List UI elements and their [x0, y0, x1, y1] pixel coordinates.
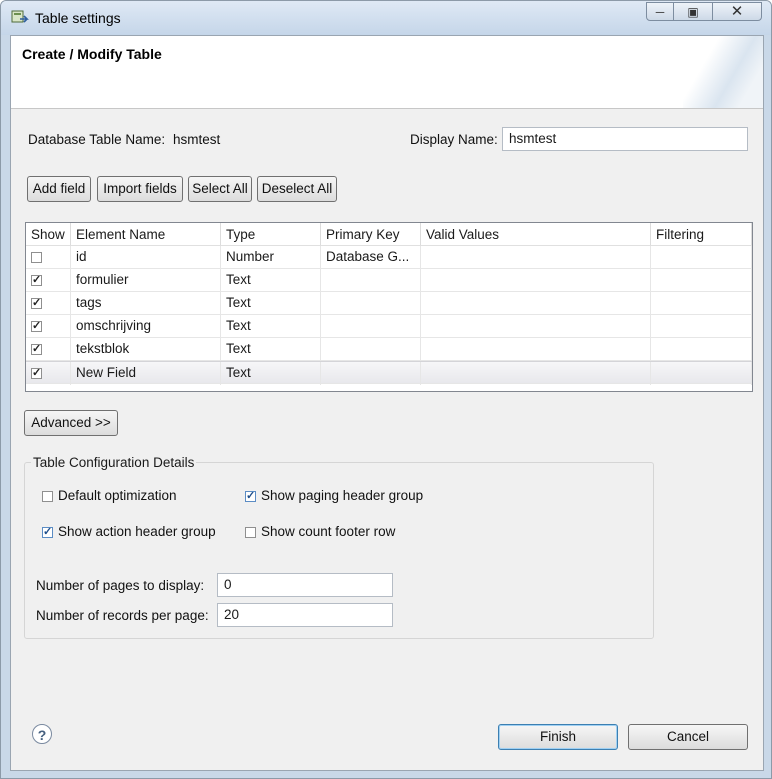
show-checkbox[interactable]: ✓	[31, 321, 42, 332]
maximize-icon: ▣	[687, 5, 699, 19]
window-title: Table settings	[35, 10, 121, 26]
type-cell[interactable]: Text	[221, 362, 321, 385]
show-checkbox[interactable]	[31, 252, 42, 263]
show-cell	[26, 246, 71, 269]
minimize-button[interactable]: ─	[646, 2, 674, 21]
column-header-element-name[interactable]: Element Name	[71, 223, 221, 246]
table-row[interactable]: id Number Database G...	[26, 246, 752, 269]
primary-key-cell[interactable]	[321, 362, 421, 385]
valid-values-cell[interactable]	[421, 246, 651, 269]
type-cell[interactable]: Text	[221, 338, 321, 361]
element-name-cell[interactable]: formulier	[71, 269, 221, 292]
close-icon: ✕	[730, 3, 744, 20]
fields-table: Show Element Name Type Primary Key Valid…	[25, 222, 753, 392]
records-per-page-field[interactable]: 20	[217, 603, 393, 627]
column-header-show[interactable]: Show	[26, 223, 71, 246]
valid-values-cell[interactable]	[421, 362, 651, 385]
help-button[interactable]: ?	[32, 724, 52, 744]
show-checkbox[interactable]: ✓	[31, 298, 42, 309]
show-action-header-checkbox[interactable]: ✓	[42, 527, 53, 538]
help-icon: ?	[37, 727, 47, 743]
default-optimization-label: Default optimization	[58, 488, 177, 503]
show-checkbox[interactable]: ✓	[31, 275, 42, 286]
header-decoration	[683, 36, 763, 108]
column-header-type[interactable]: Type	[221, 223, 321, 246]
column-header-primary-key[interactable]: Primary Key	[321, 223, 421, 246]
deselect-all-button[interactable]: Deselect All	[257, 176, 337, 202]
table-row[interactable]: ✓ omschrijving Text	[26, 315, 752, 338]
page-title: Create / Modify Table	[22, 46, 162, 62]
close-button[interactable]: ✕	[712, 2, 762, 21]
show-count-footer-label: Show count footer row	[261, 524, 396, 539]
element-name-cell[interactable]: tekstblok	[71, 338, 221, 361]
table-row[interactable]: ✓ formulier Text	[26, 269, 752, 292]
column-header-valid-values[interactable]: Valid Values	[421, 223, 651, 246]
valid-values-cell[interactable]	[421, 338, 651, 361]
db-table-name-label: Database Table Name:	[28, 132, 166, 147]
cancel-button[interactable]: Cancel	[628, 724, 748, 750]
table-empty-row	[26, 384, 752, 391]
primary-key-cell[interactable]	[321, 315, 421, 338]
import-fields-button[interactable]: Import fields	[97, 176, 183, 202]
show-cell: ✓	[26, 269, 71, 292]
finish-button[interactable]: Finish	[498, 724, 618, 750]
type-cell[interactable]: Text	[221, 292, 321, 315]
add-field-button[interactable]: Add field	[27, 176, 91, 202]
element-name-cell[interactable]: New Field	[71, 362, 221, 385]
filtering-cell[interactable]	[651, 338, 752, 361]
minimize-icon: ─	[655, 5, 665, 19]
show-cell: ✓	[26, 338, 71, 361]
display-name-label: Display Name:	[410, 132, 498, 147]
pages-to-display-field[interactable]: 0	[217, 573, 393, 597]
type-cell[interactable]: Text	[221, 315, 321, 338]
show-count-footer-checkbox[interactable]	[245, 527, 256, 538]
show-cell: ✓	[26, 362, 71, 385]
filtering-cell[interactable]	[651, 246, 752, 269]
default-optimization-checkbox[interactable]	[42, 491, 53, 502]
column-header-filtering[interactable]: Filtering	[651, 223, 752, 246]
valid-values-cell[interactable]	[421, 315, 651, 338]
show-action-header-label: Show action header group	[58, 524, 216, 539]
element-name-cell[interactable]: omschrijving	[71, 315, 221, 338]
element-name-cell[interactable]: tags	[71, 292, 221, 315]
show-paging-header-checkbox[interactable]: ✓	[245, 491, 256, 502]
maximize-button[interactable]: ▣	[673, 2, 713, 21]
table-row[interactable]: ✓ New Field Text	[26, 361, 752, 385]
select-all-button[interactable]: Select All	[188, 176, 252, 202]
advanced-button[interactable]: Advanced >>	[24, 410, 118, 436]
valid-values-cell[interactable]	[421, 292, 651, 315]
records-per-page-label: Number of records per page:	[36, 608, 209, 623]
primary-key-cell[interactable]	[321, 338, 421, 361]
title-bar[interactable]: Table settings ─ ▣ ✕	[1, 1, 771, 35]
primary-key-cell[interactable]: Database G...	[321, 246, 421, 269]
display-name-field[interactable]: hsmtest	[502, 127, 748, 151]
show-cell: ✓	[26, 315, 71, 338]
table-config-group-title: Table Configuration Details	[31, 455, 197, 470]
show-checkbox[interactable]: ✓	[31, 344, 42, 355]
element-name-cell[interactable]: id	[71, 246, 221, 269]
filtering-cell[interactable]	[651, 292, 752, 315]
header-band: Create / Modify Table	[11, 36, 763, 109]
dialog-client-area: Create / Modify Table Database Table Nam…	[10, 35, 764, 771]
table-row[interactable]: ✓ tags Text	[26, 292, 752, 315]
db-table-name-value: hsmtest	[173, 132, 221, 147]
type-cell[interactable]: Text	[221, 269, 321, 292]
filtering-cell[interactable]	[651, 315, 752, 338]
pages-to-display-label: Number of pages to display:	[36, 578, 205, 593]
valid-values-cell[interactable]	[421, 269, 651, 292]
table-row[interactable]: ✓ tekstblok Text	[26, 338, 752, 361]
filtering-cell[interactable]	[651, 362, 752, 385]
filtering-cell[interactable]	[651, 269, 752, 292]
primary-key-cell[interactable]	[321, 269, 421, 292]
show-cell: ✓	[26, 292, 71, 315]
show-checkbox[interactable]: ✓	[31, 368, 42, 379]
type-cell[interactable]: Number	[221, 246, 321, 269]
show-paging-header-label: Show paging header group	[261, 488, 424, 503]
table-settings-window: Table settings ─ ▣ ✕ Create / Modify Tab…	[0, 0, 772, 779]
app-icon	[11, 10, 29, 23]
primary-key-cell[interactable]	[321, 292, 421, 315]
